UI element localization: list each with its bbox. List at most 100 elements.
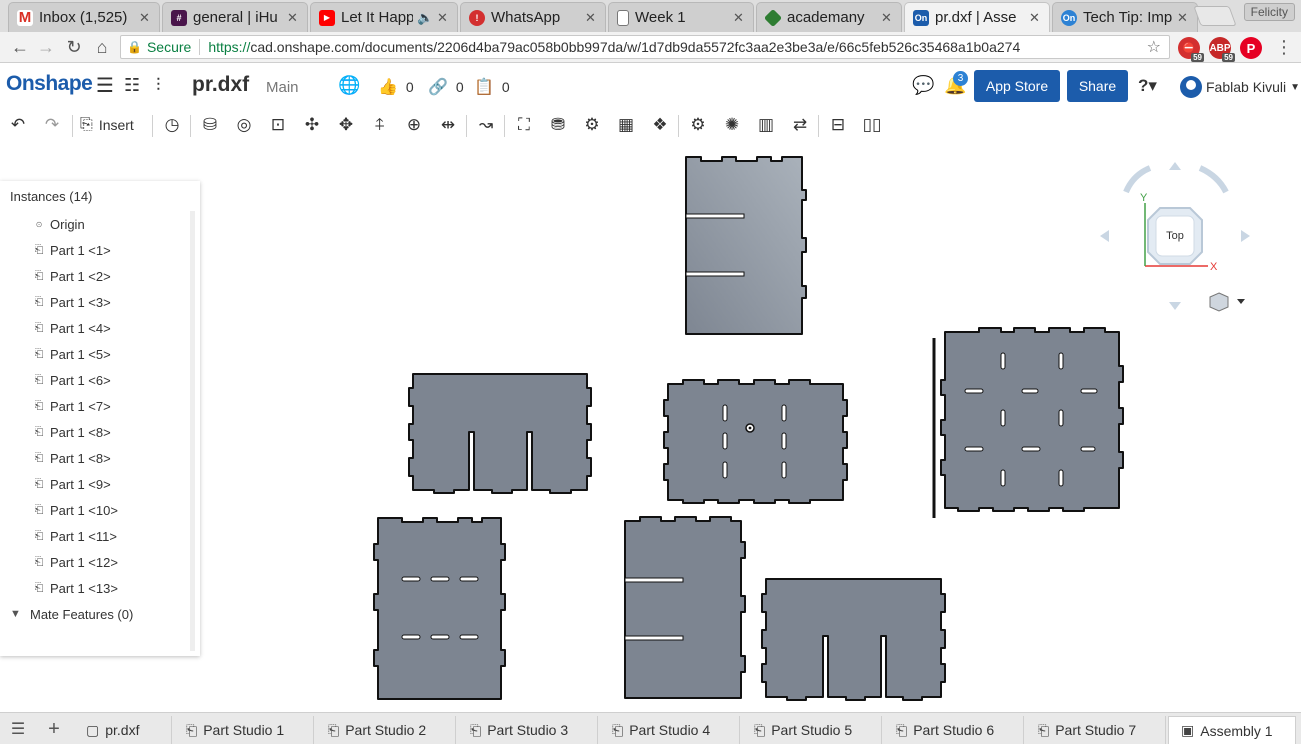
tab-pr-dxf[interactable]: ▢ pr.dxf bbox=[74, 716, 172, 744]
new-tab-button[interactable] bbox=[1193, 6, 1237, 26]
pattern-icon[interactable]: ❖ bbox=[648, 113, 672, 137]
list-item[interactable]: ⎗ Part 1 <4> bbox=[0, 315, 190, 341]
link-counter[interactable]: 🔗 0 bbox=[428, 77, 464, 97]
list-item[interactable]: ⎗ Part 1 <7> bbox=[0, 393, 190, 419]
add-element-button[interactable]: + bbox=[42, 718, 66, 740]
tab-part-studio-1[interactable]: ⎗ Part Studio 1 bbox=[174, 716, 314, 744]
list-item[interactable]: ⎗ Part 1 <10> bbox=[0, 497, 190, 523]
reload-icon[interactable]: ↻ bbox=[62, 36, 86, 58]
close-tab-icon[interactable]: ✕ bbox=[585, 10, 597, 26]
share-button[interactable]: Share bbox=[1067, 70, 1128, 102]
list-item[interactable]: ⎗ Part 1 <11> bbox=[0, 523, 190, 549]
replicate-icon[interactable]: ▦ bbox=[614, 113, 638, 137]
list-item[interactable]: ⎗ Part 1 <2> bbox=[0, 263, 190, 289]
insert-button[interactable]: ⎘ Insert bbox=[80, 113, 134, 137]
redo-icon[interactable]: ↷ bbox=[40, 113, 64, 137]
slider-mate-icon[interactable]: ⊡ bbox=[266, 113, 290, 137]
list-item[interactable]: ⎗ Part 1 <13> bbox=[0, 575, 190, 601]
measure-icon[interactable]: ⊟ bbox=[826, 113, 850, 137]
fastened-mate-icon[interactable]: ⛁ bbox=[198, 113, 222, 137]
list-item[interactable]: ⎗ Part 1 <8> bbox=[0, 419, 190, 445]
browser-tab-week1[interactable]: Week 1 ✕ bbox=[608, 2, 754, 32]
group-icon[interactable]: ⛶ bbox=[512, 113, 536, 137]
part-instance[interactable] bbox=[685, 156, 807, 335]
close-tab-icon[interactable]: ✕ bbox=[1177, 10, 1189, 26]
mate-features-folder[interactable]: ▼ Mate Features (0) bbox=[0, 601, 190, 627]
part-instance[interactable] bbox=[932, 327, 1124, 518]
browser-tab-whatsapp[interactable]: ! WhatsApp ✕ bbox=[460, 2, 606, 32]
speaker-icon[interactable]: 🔈 bbox=[417, 10, 433, 26]
ball-mate-icon[interactable]: ⊕ bbox=[402, 113, 426, 137]
list-item[interactable]: ⎗ Part 1 <8> bbox=[0, 445, 190, 471]
tangent-mate-icon[interactable]: ↝ bbox=[474, 113, 498, 137]
panel-scrollbar[interactable] bbox=[190, 211, 195, 651]
part-instance[interactable] bbox=[624, 516, 746, 699]
list-item[interactable]: ⎗ Part 1 <9> bbox=[0, 471, 190, 497]
app-store-button[interactable]: App Store bbox=[974, 70, 1060, 102]
browser-menu-icon[interactable]: ⋮ bbox=[1272, 36, 1296, 58]
close-tab-icon[interactable]: ✕ bbox=[1029, 10, 1041, 26]
user-menu[interactable]: Fablab Kivuli ▼ bbox=[1180, 76, 1300, 98]
cube-render-mode-icon[interactable] bbox=[1209, 292, 1245, 312]
hamburger-menu-icon[interactable]: ☰ bbox=[96, 73, 114, 98]
back-arrow-icon[interactable]: ← bbox=[8, 36, 32, 58]
onshape-logo[interactable]: Onshape bbox=[6, 72, 93, 96]
part-instance[interactable] bbox=[761, 578, 946, 701]
undo-icon[interactable]: ↶ bbox=[6, 113, 30, 137]
browser-tab-onshape-active[interactable]: On pr.dxf | Asse ✕ bbox=[904, 2, 1050, 32]
rack-pinion-icon[interactable]: ✺ bbox=[720, 113, 744, 137]
browser-tab-academany[interactable]: academany ✕ bbox=[756, 2, 902, 32]
url-input[interactable]: 🔒 Secure https:// cad.onshape.com/docume… bbox=[120, 35, 1170, 59]
revolute-mate-icon[interactable]: ◎ bbox=[232, 113, 256, 137]
browser-tab-gmail[interactable]: M Inbox (1,525) ✕ bbox=[8, 2, 160, 32]
tab-part-studio-6[interactable]: ⎗ Part Studio 6 bbox=[884, 716, 1024, 744]
list-item[interactable]: ⎗ Part 1 <12> bbox=[0, 549, 190, 575]
adblock-extension-icon[interactable]: ⛔ 59 bbox=[1178, 37, 1204, 62]
add-instance-icon[interactable]: ⫶ bbox=[156, 75, 161, 96]
browser-profile-button[interactable]: Felicity bbox=[1243, 3, 1295, 21]
close-tab-icon[interactable]: ✕ bbox=[139, 10, 151, 26]
browser-tab-youtube[interactable]: ▶ Let It Happ 🔈 ✕ bbox=[310, 2, 458, 32]
history-icon[interactable]: ◷ bbox=[160, 113, 184, 137]
part-instance[interactable] bbox=[408, 373, 592, 494]
browser-tab-slack[interactable]: # general | iHu ✕ bbox=[162, 2, 308, 32]
tab-assembly-1[interactable]: ▣ Assembly 1 bbox=[1168, 716, 1296, 744]
pin-slot-mate-icon[interactable]: ⍏ bbox=[368, 113, 392, 137]
tab-part-studio-7[interactable]: ⎗ Part Studio 7 bbox=[1026, 716, 1166, 744]
feature-list-icon[interactable]: ☷ bbox=[124, 75, 140, 96]
linear-relation-icon[interactable]: ⇄ bbox=[788, 113, 812, 137]
close-tab-icon[interactable]: ✕ bbox=[287, 10, 299, 26]
tab-part-studio-3[interactable]: ⎗ Part Studio 3 bbox=[458, 716, 598, 744]
globe-icon[interactable]: 🌐 bbox=[338, 75, 360, 96]
workspace-branch[interactable]: Main bbox=[266, 79, 299, 96]
list-item[interactable]: ⎗ Part 1 <3> bbox=[0, 289, 190, 315]
like-counter[interactable]: 👍 0 bbox=[378, 77, 414, 97]
bookmark-star-icon[interactable]: ☆ bbox=[1147, 37, 1161, 57]
close-tab-icon[interactable]: ✕ bbox=[881, 10, 893, 26]
relation-icon[interactable]: ⚙ bbox=[580, 113, 604, 137]
mate-connector-icon[interactable]: ⛃ bbox=[546, 113, 570, 137]
cylindrical-mate-icon[interactable]: ✥ bbox=[334, 113, 358, 137]
exploded-view-icon[interactable]: ▯▯ bbox=[860, 113, 884, 137]
view-cube[interactable]: Top X Y bbox=[1100, 162, 1250, 312]
screw-relation-icon[interactable]: ▥ bbox=[754, 113, 778, 137]
gear-relation-icon[interactable]: ⚙ bbox=[686, 113, 710, 137]
document-name[interactable]: pr.dxf bbox=[192, 73, 249, 97]
help-icon[interactable]: ?▾ bbox=[1138, 76, 1157, 96]
close-tab-icon[interactable]: ✕ bbox=[437, 10, 449, 26]
copy-counter[interactable]: 📋 0 bbox=[474, 77, 510, 97]
home-icon[interactable]: ⌂ bbox=[90, 36, 114, 58]
tab-manager-icon[interactable]: ☰ bbox=[6, 719, 30, 739]
list-item[interactable]: ⎗ Part 1 <6> bbox=[0, 367, 190, 393]
abp-extension-icon[interactable]: ABP 59 bbox=[1209, 37, 1235, 62]
browser-tab-techtip[interactable]: On Tech Tip: Imp ✕ bbox=[1052, 2, 1198, 32]
list-item[interactable]: ⎗ Part 1 <1> bbox=[0, 237, 190, 263]
list-item-origin[interactable]: ⊙ Origin bbox=[0, 211, 190, 237]
tab-part-studio-4[interactable]: ⎗ Part Studio 4 bbox=[600, 716, 740, 744]
parallel-mate-icon[interactable]: ⇹ bbox=[436, 113, 460, 137]
pinterest-extension-icon[interactable]: P bbox=[1240, 37, 1262, 59]
part-instance[interactable] bbox=[373, 517, 506, 700]
forward-arrow-icon[interactable]: → bbox=[34, 36, 58, 58]
part-instance[interactable] bbox=[663, 379, 848, 504]
close-tab-icon[interactable]: ✕ bbox=[733, 10, 745, 26]
